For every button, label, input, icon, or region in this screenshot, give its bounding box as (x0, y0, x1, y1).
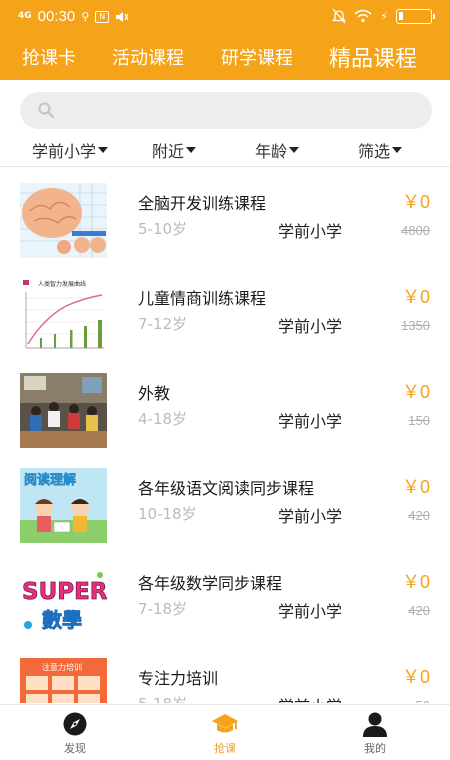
course-age: 5-10岁 (138, 220, 188, 238)
filter-bar: 学前小学 附近 年龄 筛选 (0, 134, 450, 164)
course-category: 学前小学 (278, 507, 343, 526)
tab-study-tour-courses[interactable]: 研学课程 (221, 44, 293, 70)
reading-thumbnail-text: 阅读理解 (24, 472, 76, 488)
wifi-icon (354, 9, 372, 23)
mute-icon (116, 11, 129, 22)
silent-bell-icon (332, 8, 347, 24)
user-icon (363, 712, 387, 737)
filter-more[interactable]: 筛选 (358, 138, 403, 162)
course-original-price: 1350 (401, 318, 430, 333)
category-tabs: 抢课卡 活动课程 研学课程 精品课程 (0, 38, 450, 78)
status-bar: 4G 00:30 ⚲ N ⚡ (0, 0, 450, 34)
course-title: 全脑开发训练课程 (138, 194, 267, 213)
compass-icon (63, 712, 87, 736)
course-category: 学前小学 (278, 412, 343, 431)
course-age: 7-18岁 (138, 600, 188, 618)
course-title: 专注力培训 (138, 669, 219, 688)
course-original-price: 420 (408, 603, 430, 618)
top-bar: 4G 00:30 ⚲ N ⚡ 抢课卡 活动课程 研学课程 精品课程 (0, 0, 450, 80)
course-thumbnail-super-math: SUPER 數學 (20, 563, 107, 638)
course-category: 学前小学 (278, 317, 343, 336)
nav-discover[interactable]: 发现 (35, 711, 115, 756)
nav-mine[interactable]: 我的 (335, 711, 415, 756)
filter-nearby[interactable]: 附近 (152, 138, 197, 162)
battery-icon (396, 8, 435, 24)
course-title: 各年级数学同步课程 (138, 574, 283, 593)
tab-activity-courses[interactable]: 活动课程 (112, 44, 184, 70)
filter-age[interactable]: 年龄 (255, 138, 300, 162)
course-price: ￥0 (401, 287, 430, 307)
caret-down-icon (186, 147, 197, 153)
course-age: 7-12岁 (138, 315, 188, 333)
super-thumbnail-text: SUPER (22, 579, 107, 605)
caret-down-icon (289, 147, 300, 153)
course-age: 5-18岁 (138, 693, 187, 703)
list-item[interactable]: 全脑开发训练课程 5-10岁 学前小学 ￥0 4800 (0, 168, 450, 263)
filter-label: 学前小学 (32, 142, 97, 161)
course-original-price: 420 (408, 508, 430, 523)
nav-grab-course[interactable]: 抢课 (185, 711, 265, 756)
caret-down-icon (392, 147, 403, 153)
course-category: 学前小学 (278, 693, 342, 703)
course-age: 10-18岁 (138, 505, 197, 523)
caret-down-icon (98, 147, 109, 153)
chart-thumbnail-title: 人类智力发展曲线 (38, 280, 86, 288)
course-original-price: 150 (408, 413, 430, 428)
course-price: ￥0 (401, 667, 430, 687)
course-thumbnail-classroom (20, 373, 107, 448)
tab-qiangkeka[interactable]: 抢课卡 (22, 44, 76, 70)
nav-label: 抢课 (214, 742, 236, 755)
course-age: 4-18岁 (138, 410, 188, 428)
search-bar[interactable] (20, 92, 432, 129)
bottom-navigation: 发现 抢课 我的 (0, 704, 450, 760)
notification-badge: N (95, 10, 110, 23)
charging-icon: ⚡ (380, 9, 388, 23)
usb-icon: ⚲ (81, 10, 90, 23)
filter-school-level[interactable]: 学前小学 (32, 138, 109, 162)
course-list[interactable]: 全脑开发训练课程 5-10岁 学前小学 ￥0 4800 人类智力发展曲线 儿童情… (0, 168, 450, 703)
divider (0, 166, 450, 167)
course-thumbnail-focus: 注意力培训 (20, 658, 107, 703)
course-price: ￥0 (401, 477, 430, 497)
list-item[interactable]: SUPER 數學 各年级数学同步课程 7-18岁 学前小学 ￥0 420 (0, 548, 450, 643)
course-category: 学前小学 (278, 222, 343, 241)
list-item[interactable]: 注意力培训 专注力培训 5-18岁 学前小学 ￥0 50 (0, 643, 450, 703)
filter-label: 年龄 (255, 142, 288, 161)
tab-premium-courses[interactable]: 精品课程 (329, 41, 417, 73)
network-indicator: 4G (18, 11, 32, 21)
nav-label: 发现 (64, 742, 86, 755)
course-thumbnail-growth-chart: 人类智力发展曲线 (20, 278, 107, 353)
filter-label: 附近 (152, 142, 185, 161)
search-icon (38, 102, 54, 118)
course-price: ￥0 (401, 572, 430, 592)
course-category: 学前小学 (278, 602, 343, 621)
filter-label: 筛选 (358, 142, 391, 161)
list-item[interactable]: 外教 4-18岁 学前小学 ￥0 150 (0, 358, 450, 453)
nav-label: 我的 (364, 742, 386, 755)
status-time: 00:30 (37, 8, 76, 25)
search-input[interactable] (64, 98, 414, 123)
list-item[interactable]: 阅读理解 各年级语文阅读同步课程 10-18岁 学前小学 ￥0 420 (0, 453, 450, 548)
list-item[interactable]: 人类智力发展曲线 儿童情商训练课程 7-12岁 学前小学 ￥0 1350 (0, 263, 450, 358)
math-thumbnail-text: 數學 (42, 608, 82, 632)
course-title: 儿童情商训练课程 (138, 289, 267, 308)
course-original-price: 50 (416, 698, 430, 703)
course-title: 各年级语文阅读同步课程 (138, 479, 315, 498)
course-price: ￥0 (401, 382, 430, 402)
course-thumbnail-brain (20, 183, 107, 258)
course-original-price: 4800 (401, 223, 430, 238)
focus-thumbnail-text: 注意力培训 (42, 662, 82, 672)
course-thumbnail-reading: 阅读理解 (20, 468, 107, 543)
graduation-cap-icon (212, 714, 238, 733)
course-price: ￥0 (401, 192, 430, 212)
course-title: 外教 (138, 384, 171, 403)
